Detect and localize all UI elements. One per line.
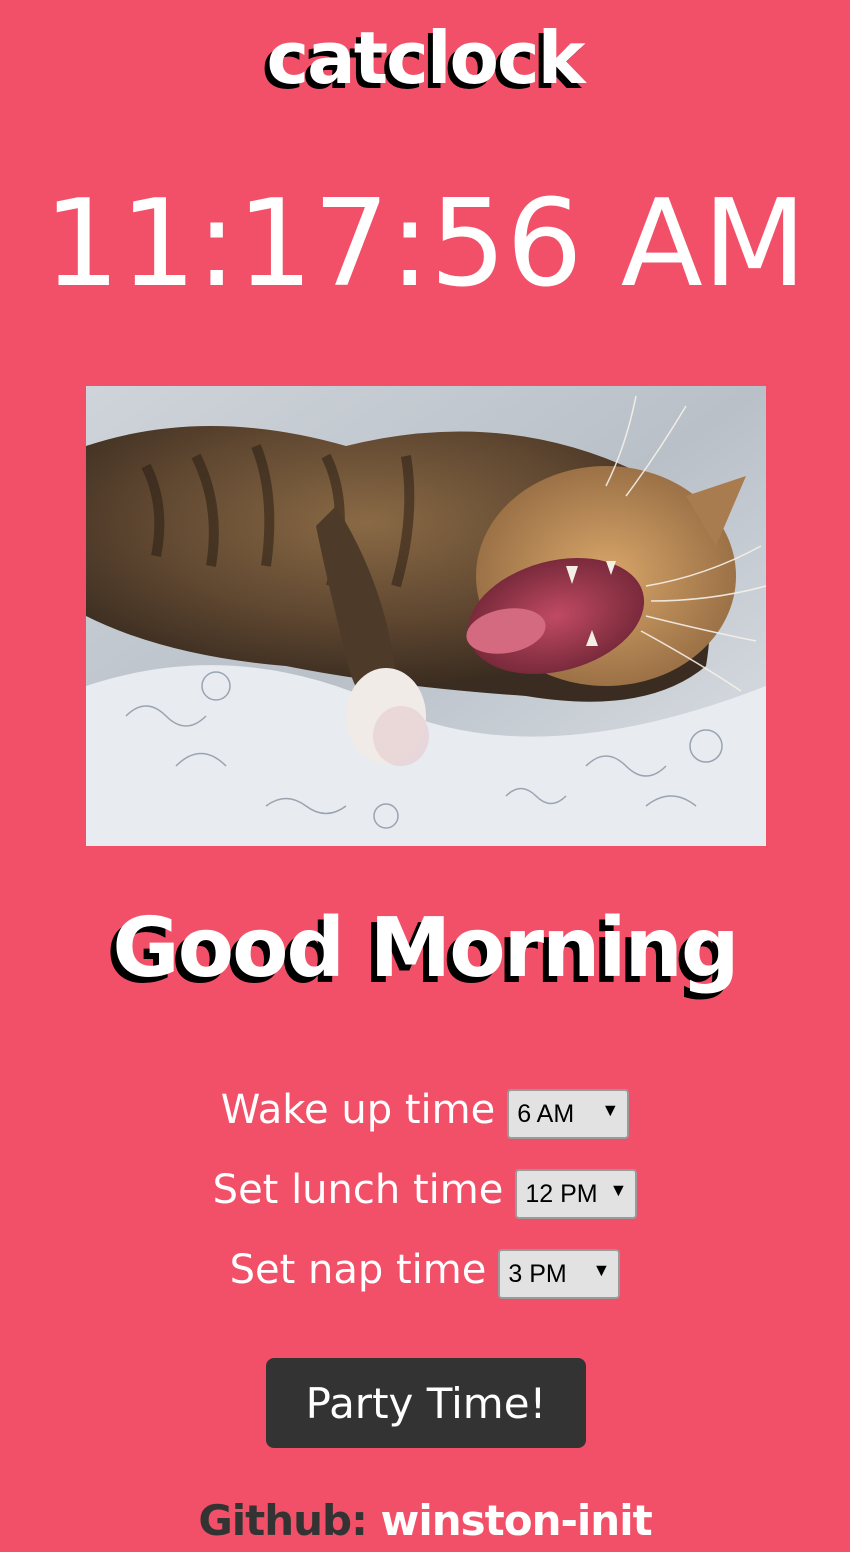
- github-footer: Github: winston-init: [0, 1500, 850, 1542]
- nap-row: Set nap time 3 PM ▼: [0, 1230, 850, 1310]
- wake-up-value: 6 AM: [517, 1099, 575, 1128]
- party-time-button[interactable]: Party Time!: [266, 1358, 586, 1448]
- app-title: catclock: [266, 16, 585, 100]
- dropdown-arrow-icon: ▼: [609, 1179, 628, 1200]
- github-prefix: Github:: [198, 1496, 368, 1545]
- time-settings: Wake up time 6 AM ▼ Set lunch time 12 PM…: [0, 1070, 850, 1310]
- clock-display: 11:17:56 AM: [43, 175, 807, 314]
- wake-up-label: Wake up time: [220, 1087, 496, 1133]
- dropdown-arrow-icon: ▼: [601, 1099, 620, 1120]
- lunch-label: Set lunch time: [212, 1167, 504, 1213]
- wake-up-row: Wake up time 6 AM ▼: [0, 1070, 850, 1150]
- lunch-row: Set lunch time 12 PM ▼: [0, 1150, 850, 1230]
- nap-value: 3 PM: [508, 1259, 567, 1288]
- nap-label: Set nap time: [229, 1247, 487, 1293]
- greeting-heading: Good Morning: [112, 901, 739, 996]
- nap-select[interactable]: 3 PM ▼: [498, 1249, 621, 1299]
- lunch-value: 12 PM: [525, 1179, 598, 1208]
- lunch-select[interactable]: 12 PM ▼: [515, 1169, 638, 1219]
- cat-photo: [86, 386, 766, 846]
- dropdown-arrow-icon: ▼: [592, 1259, 611, 1280]
- wake-up-select[interactable]: 6 AM ▼: [507, 1089, 630, 1139]
- github-username-link[interactable]: winston-init: [381, 1496, 653, 1545]
